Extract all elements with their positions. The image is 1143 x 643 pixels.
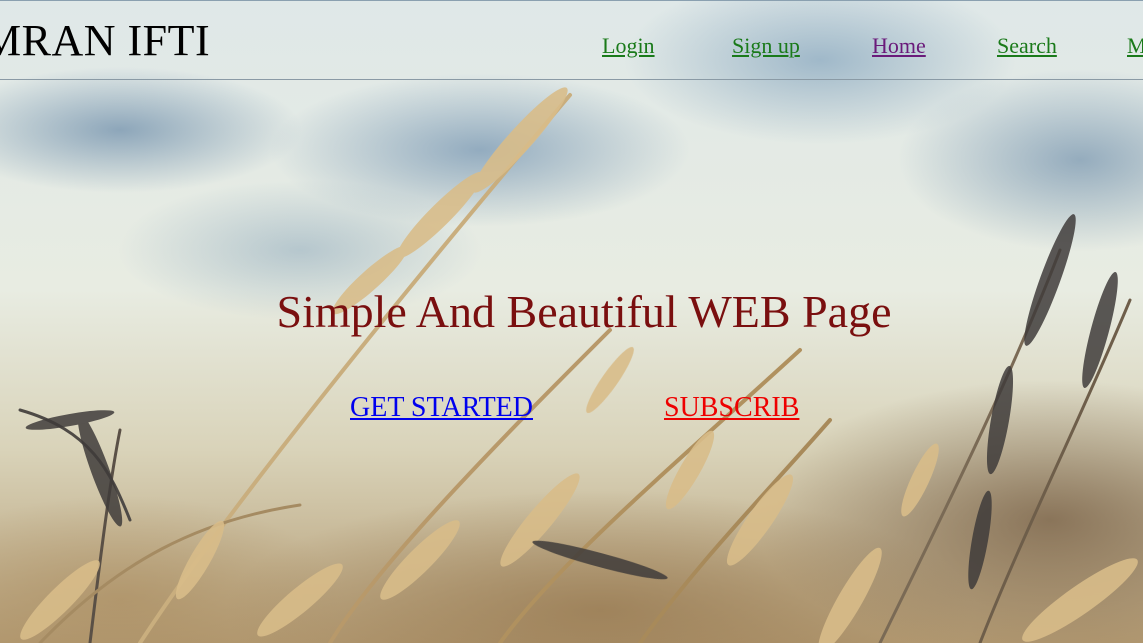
nav-link-sign-up[interactable]: Sign up	[732, 33, 800, 59]
nav-link-home[interactable]: Home	[872, 33, 926, 59]
subscribe-link[interactable]: SUBSCRIB	[664, 392, 799, 424]
site-header: MRAN IFTI Login Sign up Home Search M	[0, 0, 1143, 80]
nav-link-search[interactable]: Search	[997, 33, 1057, 59]
main-nav: Login Sign up Home Search M	[0, 33, 1143, 63]
hero-title: Simple And Beautiful WEB Page	[276, 286, 892, 337]
nav-link-more[interactable]: M	[1127, 33, 1143, 59]
get-started-link[interactable]: GET STARTED	[350, 392, 533, 424]
nav-link-login[interactable]: Login	[602, 33, 655, 59]
